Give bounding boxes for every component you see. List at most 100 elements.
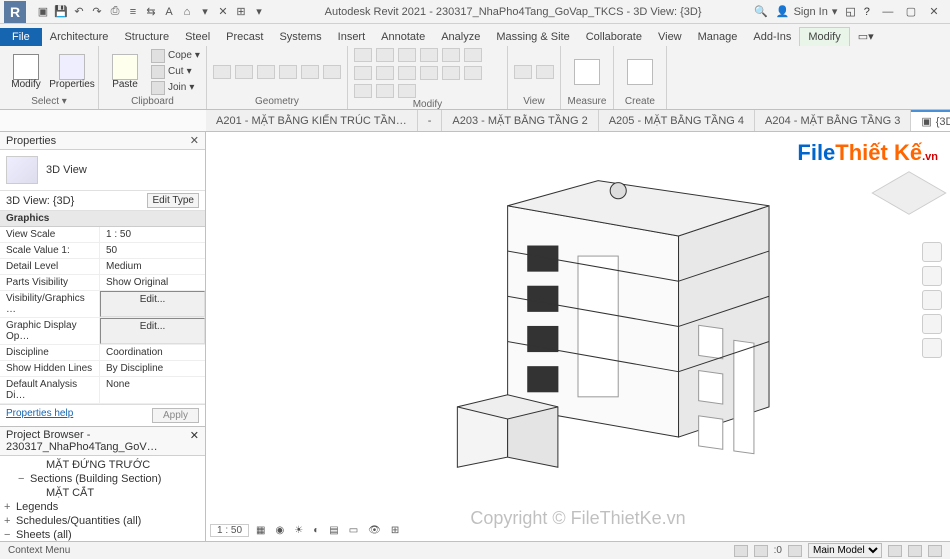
sb-icon-3[interactable] (788, 545, 802, 557)
geom-tool-3[interactable] (257, 65, 275, 79)
vb-render-icon[interactable]: ▤ (326, 525, 341, 536)
geom-tool-2[interactable] (235, 65, 253, 79)
property-value[interactable]: 50 (100, 243, 205, 258)
mod-unpin-icon[interactable] (398, 84, 416, 98)
vb-sun-icon[interactable]: ☀ (291, 525, 306, 536)
cut-tool[interactable]: Cut ▾ (151, 65, 200, 79)
tree-node[interactable]: −Sections (Building Section) (0, 472, 205, 486)
tree-node[interactable]: MẶT ĐỨNG TRƯỚC (0, 458, 205, 472)
property-row[interactable]: Parts VisibilityShow Original (0, 275, 205, 291)
edit-type-button[interactable]: Edit Type (147, 193, 199, 208)
qat-undo-icon[interactable]: ↶ (72, 5, 86, 19)
tab-collaborate[interactable]: Collaborate (578, 28, 650, 46)
mod-extend-icon[interactable] (354, 84, 372, 98)
vb-reveal-icon[interactable]: ⊞ (388, 525, 402, 536)
property-value[interactable]: By Discipline (100, 361, 205, 376)
doc-tab[interactable]: A201 - MẶT BẰNG KIẾN TRÚC TẦN… (206, 110, 418, 131)
canvas-area[interactable]: FileThiết Kế.vn (206, 132, 950, 541)
property-row[interactable]: Detail LevelMedium (0, 259, 205, 275)
create-tool[interactable] (620, 59, 660, 85)
paste-tool[interactable]: Paste (105, 54, 145, 90)
properties-close-icon[interactable]: ✕ (190, 134, 199, 147)
property-value[interactable]: 1 : 50 (100, 227, 205, 242)
mod-offset-icon[interactable] (354, 66, 372, 80)
join-tool[interactable]: Join ▾ (151, 81, 200, 95)
qat-sync-icon[interactable]: ⇆ (144, 5, 158, 19)
doc-tab[interactable]: A204 - MẶT BẰNG TẦNG 3 (755, 110, 911, 131)
sb-icon-2[interactable] (754, 545, 768, 557)
properties-help-link[interactable]: Properties help (6, 408, 73, 423)
vb-detail-icon[interactable]: ▦ (253, 525, 268, 536)
qat-thin-icon[interactable]: ⊞ (234, 5, 248, 19)
type-selector[interactable]: 3D View (0, 150, 205, 191)
property-value[interactable]: None (100, 377, 205, 403)
qat-print-icon[interactable]: ⎙ (108, 5, 122, 19)
sb-icon-4[interactable] (888, 545, 902, 557)
vb-visual-icon[interactable]: ◉ (272, 525, 287, 536)
tab-precast[interactable]: Precast (218, 28, 271, 46)
minimize-button[interactable]: — (878, 6, 898, 18)
tree-node[interactable]: +Schedules/Quantities (all) (0, 514, 205, 528)
view-tool-2[interactable] (536, 65, 554, 79)
mod-split-icon[interactable] (442, 48, 460, 62)
sb-icon-1[interactable] (734, 545, 748, 557)
mod-move-icon[interactable] (354, 48, 372, 62)
project-browser-close-icon[interactable]: ✕ (190, 429, 199, 453)
tab-annotate[interactable]: Annotate (373, 28, 433, 46)
view-scale[interactable]: 1 : 50 (210, 524, 249, 537)
property-row[interactable]: Visibility/Graphics …Edit... (0, 291, 205, 318)
geom-tool-5[interactable] (301, 65, 319, 79)
tab-analyze[interactable]: Analyze (433, 28, 488, 46)
workset-select[interactable]: Main Model (808, 543, 882, 558)
tab-insert[interactable]: Insert (330, 28, 374, 46)
tab-architecture[interactable]: Architecture (42, 28, 117, 46)
project-browser-tree[interactable]: MẶT ĐỨNG TRƯỚC−Sections (Building Sectio… (0, 456, 205, 541)
tree-node[interactable]: −Sheets (all) (0, 528, 205, 541)
tab-systems[interactable]: Systems (271, 28, 329, 46)
vb-hide-icon[interactable]: 👁 (365, 525, 384, 536)
tree-node[interactable]: +Legends (0, 500, 205, 514)
mod-mirror-icon[interactable] (464, 48, 482, 62)
vb-shadow-icon[interactable]: ◐ (310, 525, 322, 536)
property-value[interactable]: Show Original (100, 275, 205, 290)
tree-node[interactable]: MẶT CẮT (0, 486, 205, 500)
signin-button[interactable]: 👤 Sign In ▾ (776, 5, 837, 18)
property-row[interactable]: Default Analysis Di…None (0, 377, 205, 404)
doc-tab[interactable]: - (418, 110, 443, 131)
property-row[interactable]: Show Hidden LinesBy Discipline (0, 361, 205, 377)
cope-tool[interactable]: Cope ▾ (151, 49, 200, 63)
property-row[interactable]: DisciplineCoordination (0, 345, 205, 361)
tab-modify[interactable]: Modify (799, 27, 849, 46)
property-row[interactable]: Scale Value 1:50 (0, 243, 205, 259)
qat-redo-icon[interactable]: ↷ (90, 5, 104, 19)
mod-rotate-icon[interactable] (398, 48, 416, 62)
view-tool-1[interactable] (514, 65, 532, 79)
property-row[interactable]: Graphic Display Op…Edit... (0, 318, 205, 345)
tab-file[interactable]: File (0, 28, 42, 46)
expand-icon[interactable]: + (4, 515, 16, 527)
app-switcher-icon[interactable]: ◱ (845, 5, 855, 18)
tab-massing[interactable]: Massing & Site (488, 28, 577, 46)
qat-settings-icon[interactable]: A (162, 5, 176, 19)
tab-steel[interactable]: Steel (177, 28, 218, 46)
tab-spacer[interactable]: ▭▾ (850, 27, 882, 46)
measure-tool[interactable] (567, 59, 607, 85)
qat-switch-icon[interactable]: ▾ (252, 5, 266, 19)
vb-crop-icon[interactable]: ▭ (346, 525, 361, 536)
property-category[interactable]: Graphics (0, 211, 205, 227)
qat-section-icon[interactable]: ▾ (198, 5, 212, 19)
tab-addins[interactable]: Add-Ins (745, 28, 799, 46)
qat-open-icon[interactable]: ▣ (36, 5, 50, 19)
mod-trim-icon[interactable] (420, 48, 438, 62)
property-value[interactable]: Coordination (100, 345, 205, 360)
doc-tab[interactable]: A203 - MẶT BẰNG TẦNG 2 (442, 110, 598, 131)
expand-icon[interactable]: − (18, 473, 30, 485)
property-row[interactable]: View Scale1 : 50 (0, 227, 205, 243)
mod-copy-icon[interactable] (376, 48, 394, 62)
expand-icon[interactable]: − (4, 529, 16, 541)
mod-corner-icon[interactable] (376, 84, 394, 98)
qat-3d-icon[interactable]: ⌂ (180, 5, 194, 19)
property-edit-button[interactable]: Edit... (100, 291, 205, 317)
geom-tool-6[interactable] (323, 65, 341, 79)
properties-tool[interactable]: Properties (52, 54, 92, 90)
